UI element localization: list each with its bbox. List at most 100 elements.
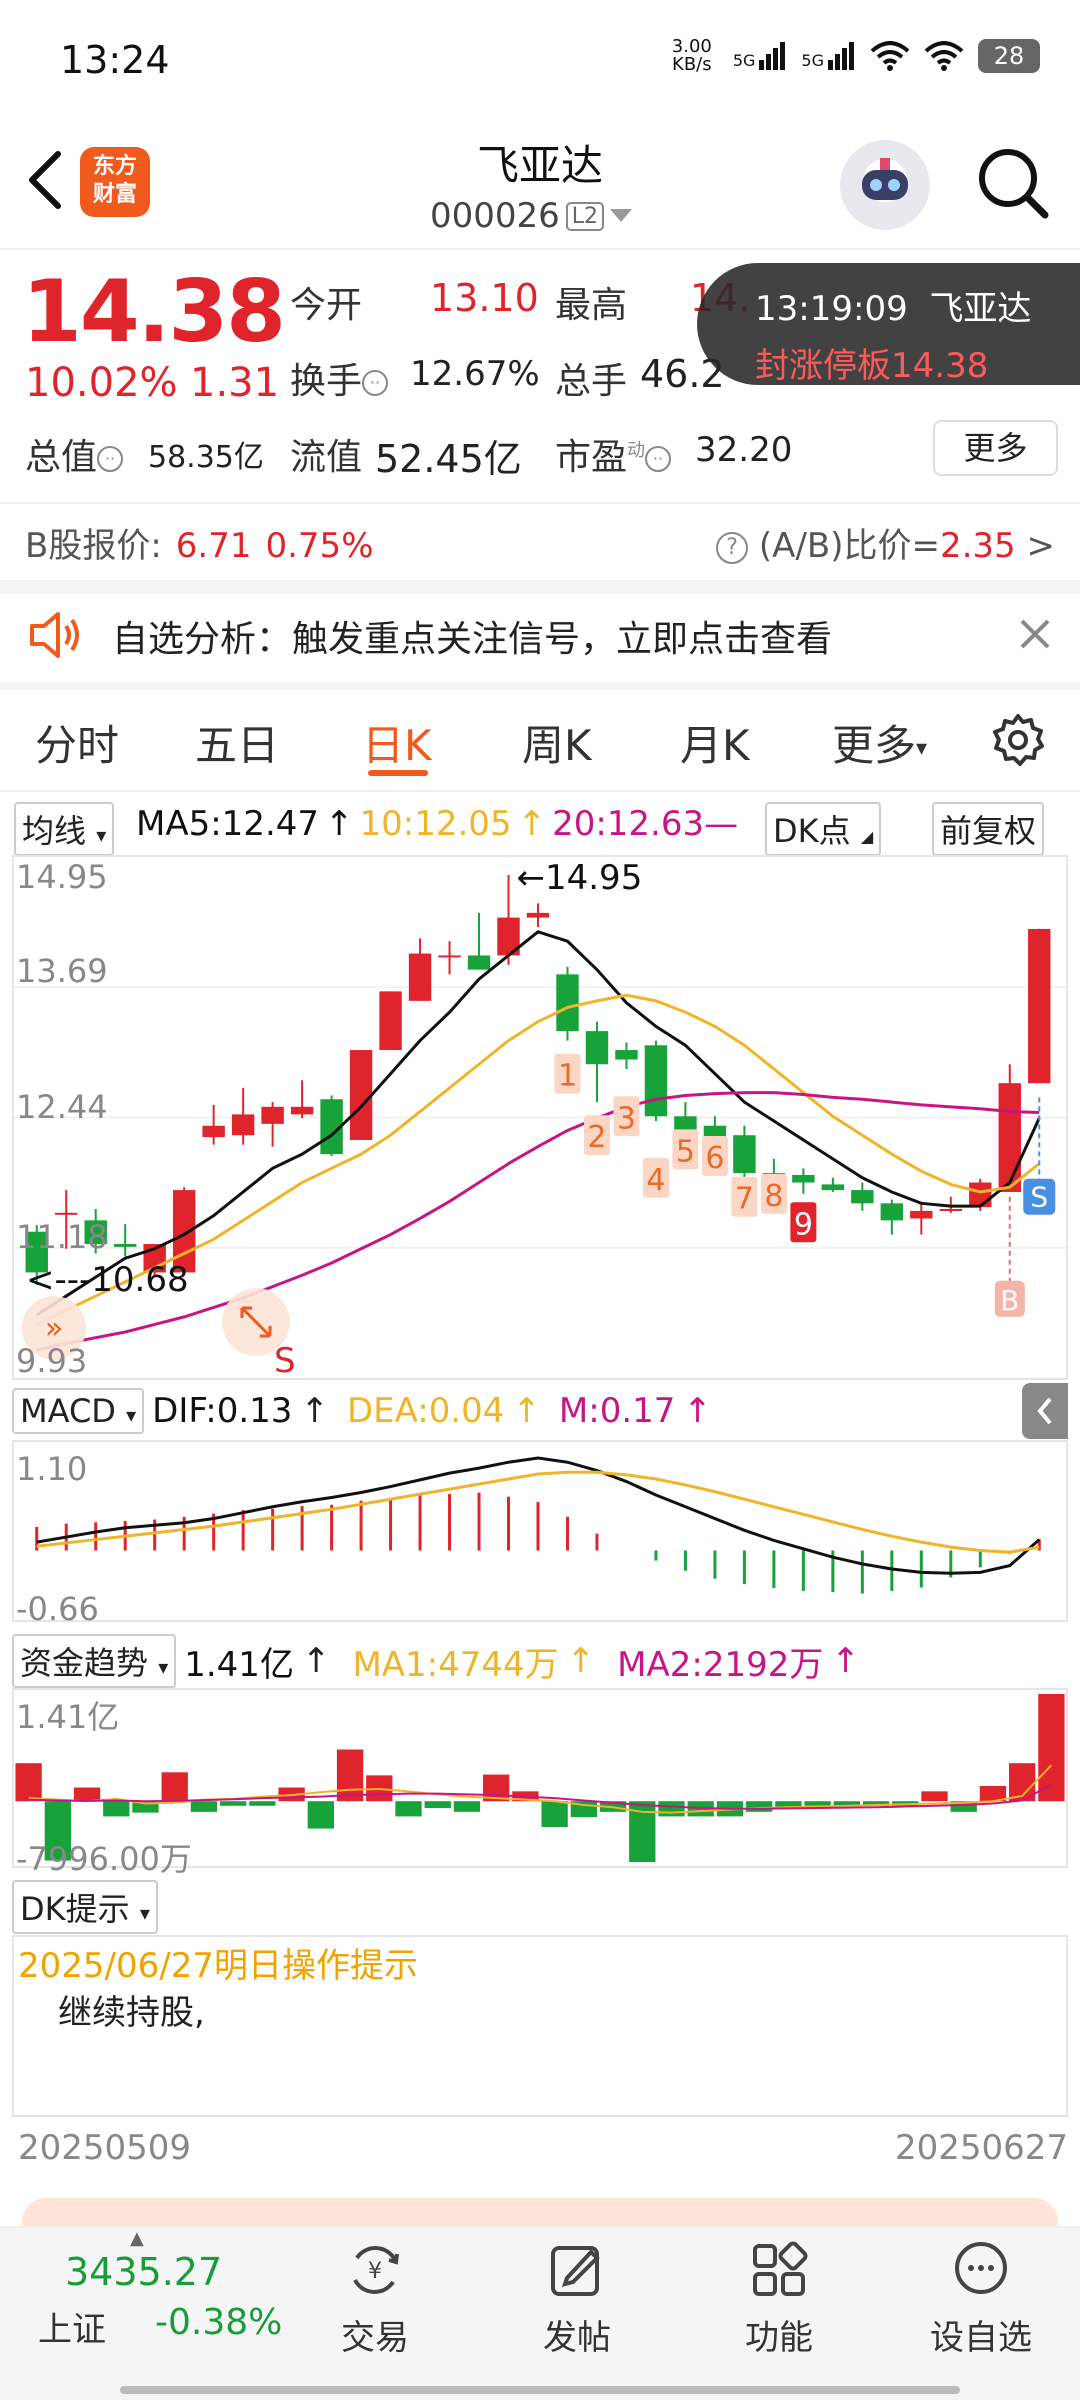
indicator-select[interactable]: 均线 ▾ xyxy=(14,802,115,856)
candle-body xyxy=(703,1125,727,1138)
y-tick-label: 12.44 xyxy=(16,1088,108,1126)
fund-bar xyxy=(453,1801,481,1812)
ma10-value: 10:12.05 xyxy=(359,804,512,844)
ma20-value: 20:12.63— xyxy=(552,804,739,844)
chat-icon xyxy=(955,2242,1007,2294)
sequence-number: 2 xyxy=(587,1120,606,1155)
gear-icon[interactable] xyxy=(990,712,1046,768)
candle-body xyxy=(231,1114,255,1136)
candle-body xyxy=(792,1174,815,1183)
assistant-robot-avatar[interactable] xyxy=(840,140,930,230)
wifi-icon xyxy=(924,41,964,71)
nav-functions[interactable]: 功能 xyxy=(714,2238,844,2359)
sequence-number: 6 xyxy=(705,1141,724,1176)
notice-text[interactable]: 自选分析：触发重点关注信号，立即点击查看 xyxy=(112,610,832,662)
fund-bar xyxy=(249,1801,276,1806)
sequence-number: 8 xyxy=(764,1179,783,1214)
fund-bar xyxy=(658,1801,685,1817)
tab-five-day[interactable]: 五日 xyxy=(195,712,279,773)
nav-trade[interactable]: ¥ 交易 xyxy=(310,2238,440,2359)
high-label: 最高 xyxy=(555,285,628,326)
stock-code-selector[interactable]: 000026 L2 xyxy=(430,196,633,236)
candle-body xyxy=(379,991,402,1051)
close-icon[interactable] xyxy=(1018,617,1052,651)
dif-value: DIF:0.13 xyxy=(152,1391,293,1431)
kline-chart[interactable]: ←14.95 <---10.68 1 2 3 4 5 6 7 8 9 S B S» xyxy=(12,855,1068,1381)
turnover-value: 12.67% xyxy=(410,354,540,394)
fund-bar xyxy=(336,1749,364,1802)
candle-body xyxy=(467,955,491,970)
adjust-select[interactable]: 前复权 xyxy=(932,802,1045,856)
robot-icon xyxy=(862,158,908,200)
limit-up-toast[interactable]: 13:19:09 飞亚达 封涨停板14.38 xyxy=(697,263,1080,386)
y-tick-label: 14.95 xyxy=(16,858,108,896)
tabs-divider xyxy=(0,790,1080,792)
active-tab-indicator xyxy=(368,770,428,776)
nav-post[interactable]: 发帖 xyxy=(512,2238,642,2359)
fund-bar xyxy=(103,1801,130,1817)
low-marker-label: <---10.68 xyxy=(26,1260,189,1300)
more-quote-button[interactable]: 更多 xyxy=(933,420,1058,476)
candle-body xyxy=(290,1106,314,1115)
fund-bar xyxy=(746,1801,773,1812)
start-date: 20250509 xyxy=(18,2128,192,2168)
high-marker-label: ←14.95 xyxy=(517,858,643,898)
help-icon: ? xyxy=(716,531,749,564)
candle-body xyxy=(349,1050,373,1140)
info-icon[interactable]: ·· xyxy=(97,446,124,472)
float-cap-value: 52.45亿 xyxy=(375,437,522,481)
candle-body xyxy=(644,1045,668,1117)
stock-code: 000026 xyxy=(430,196,560,236)
candle-body xyxy=(202,1125,225,1138)
dk-point-select[interactable]: DK点 ◢ xyxy=(765,802,882,856)
battery-icon: 28 xyxy=(978,39,1040,73)
dea-value: DEA:0.04 xyxy=(346,1391,505,1431)
net-speed: 3.00 KB/s xyxy=(671,36,712,75)
tab-monthly-k[interactable]: 月K xyxy=(680,712,750,773)
candle-body xyxy=(113,1244,137,1247)
quote-divider xyxy=(0,502,1080,504)
sequence-number: 4 xyxy=(646,1163,665,1198)
tab-daily-k[interactable]: 日K xyxy=(362,712,432,773)
fund-bar xyxy=(161,1772,188,1802)
index-value[interactable]: 3435.27 xyxy=(65,2250,222,2294)
info-icon[interactable]: ·· xyxy=(362,370,389,396)
open-label: 今开 xyxy=(290,285,363,326)
candle-body xyxy=(880,1203,904,1221)
caret-up-icon: ▲ xyxy=(130,2228,144,2249)
y-tick-label: 11.18 xyxy=(16,1218,108,1256)
dk-tip-select[interactable]: DK提示 ▾ xyxy=(12,1880,158,1934)
collapse-panel-button[interactable] xyxy=(1022,1383,1068,1439)
nav-add-watchlist-label: 设自选 xyxy=(930,2318,1032,2358)
macd-select[interactable]: MACD ▾ xyxy=(12,1388,145,1434)
sequence-number: 7 xyxy=(735,1182,754,1217)
candle-body xyxy=(615,1050,638,1060)
search-icon[interactable] xyxy=(975,145,1050,220)
b-share-quote[interactable]: B股报价: 6.71 0.75% xyxy=(25,518,374,567)
index-change[interactable]: -0.38% xyxy=(155,2302,282,2343)
grid-icon xyxy=(753,2241,808,2296)
candle-body xyxy=(733,1135,756,1174)
svg-text:¥: ¥ xyxy=(368,2259,382,2284)
tab-intraday[interactable]: 分时 xyxy=(35,712,119,773)
tab-weekly-k[interactable]: 周K xyxy=(522,712,592,773)
volume-label: 总手 xyxy=(555,361,628,402)
index-name[interactable]: 上证 xyxy=(38,2302,106,2351)
candle-body xyxy=(526,912,550,918)
toast-line1: 13:19:09 飞亚达 xyxy=(755,289,1032,329)
ab-ratio[interactable]: ? (A/B)比价=2.35 > xyxy=(716,518,1055,567)
fund-y-tick: -7996.00万 xyxy=(16,1840,192,1878)
tab-more[interactable]: 更多▾ xyxy=(832,712,927,773)
pe-value: 32.20 xyxy=(695,430,793,470)
macd-chart[interactable] xyxy=(12,1440,1068,1622)
info-icon[interactable]: ·· xyxy=(645,446,672,472)
kline-svg: ←14.95<---10.6812345 67 89SBS» xyxy=(14,858,1066,1381)
pe-label: 市盈动 ·· xyxy=(555,428,672,480)
chevron-left-icon xyxy=(1037,1397,1052,1425)
fund-y-tick: 1.41亿 xyxy=(16,1698,120,1736)
signal-mark: S xyxy=(1030,1181,1048,1214)
nav-add-watchlist[interactable]: 设自选 xyxy=(916,2238,1046,2359)
sequence-number: 9 xyxy=(794,1207,813,1242)
promo-strip[interactable] xyxy=(22,2198,1058,2228)
fund-trend-select[interactable]: 资金趋势 ▾ xyxy=(12,1634,177,1688)
